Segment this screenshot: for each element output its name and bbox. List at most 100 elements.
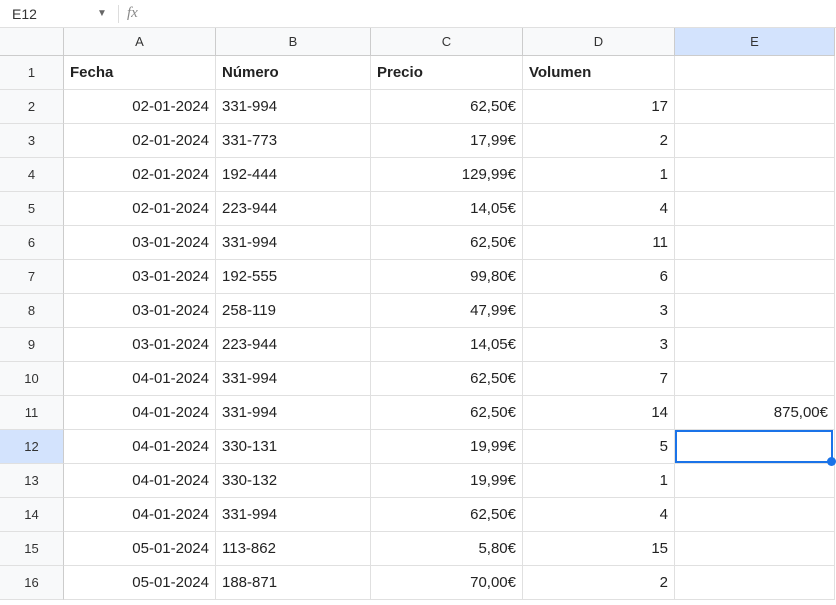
cell-D10[interactable]: 7 <box>523 362 675 396</box>
cell-D16[interactable]: 2 <box>523 566 675 600</box>
cell-D6[interactable]: 11 <box>523 226 675 260</box>
cell-C9[interactable]: 14,05€ <box>371 328 523 362</box>
cell-A3[interactable]: 02-01-2024 <box>64 124 216 158</box>
select-all-corner[interactable] <box>0 28 64 56</box>
cell-E2[interactable] <box>675 90 835 124</box>
cell-C15[interactable]: 5,80€ <box>371 532 523 566</box>
cell-C12[interactable]: 19,99€ <box>371 430 523 464</box>
column-header-D[interactable]: D <box>523 28 675 56</box>
cell-C14[interactable]: 62,50€ <box>371 498 523 532</box>
row-header-1[interactable]: 1 <box>0 56 64 90</box>
cell-B13[interactable]: 330-132 <box>216 464 371 498</box>
row-header-6[interactable]: 6 <box>0 226 64 260</box>
formula-input[interactable] <box>146 0 832 27</box>
cell-C10[interactable]: 62,50€ <box>371 362 523 396</box>
row-header-4[interactable]: 4 <box>0 158 64 192</box>
cell-D13[interactable]: 1 <box>523 464 675 498</box>
row-header-9[interactable]: 9 <box>0 328 64 362</box>
cell-C2[interactable]: 62,50€ <box>371 90 523 124</box>
cell-E9[interactable] <box>675 328 835 362</box>
cell-A6[interactable]: 03-01-2024 <box>64 226 216 260</box>
cell-E13[interactable] <box>675 464 835 498</box>
cell-B2[interactable]: 331-994 <box>216 90 371 124</box>
cell-D9[interactable]: 3 <box>523 328 675 362</box>
column-header-C[interactable]: C <box>371 28 523 56</box>
row-header-7[interactable]: 7 <box>0 260 64 294</box>
cell-E10[interactable] <box>675 362 835 396</box>
cell-E8[interactable] <box>675 294 835 328</box>
cell-C11[interactable]: 62,50€ <box>371 396 523 430</box>
cell-E5[interactable] <box>675 192 835 226</box>
cell-D1[interactable]: Volumen <box>523 56 675 90</box>
cell-D15[interactable]: 15 <box>523 532 675 566</box>
cell-A14[interactable]: 04-01-2024 <box>64 498 216 532</box>
row-header-15[interactable]: 15 <box>0 532 64 566</box>
cell-B7[interactable]: 192-555 <box>216 260 371 294</box>
cell-A12[interactable]: 04-01-2024 <box>64 430 216 464</box>
cell-D7[interactable]: 6 <box>523 260 675 294</box>
cell-B1[interactable]: Número <box>216 56 371 90</box>
cell-D3[interactable]: 2 <box>523 124 675 158</box>
column-header-E[interactable]: E <box>675 28 835 56</box>
cell-E3[interactable] <box>675 124 835 158</box>
cell-E4[interactable] <box>675 158 835 192</box>
row-header-16[interactable]: 16 <box>0 566 64 600</box>
name-box-dropdown-icon[interactable]: ▼ <box>94 8 110 19</box>
cell-C8[interactable]: 47,99€ <box>371 294 523 328</box>
row-header-10[interactable]: 10 <box>0 362 64 396</box>
cell-A10[interactable]: 04-01-2024 <box>64 362 216 396</box>
cell-C5[interactable]: 14,05€ <box>371 192 523 226</box>
fx-icon[interactable]: fx <box>127 5 138 22</box>
cell-B15[interactable]: 113-862 <box>216 532 371 566</box>
cell-C16[interactable]: 70,00€ <box>371 566 523 600</box>
cell-A11[interactable]: 04-01-2024 <box>64 396 216 430</box>
cell-B11[interactable]: 331-994 <box>216 396 371 430</box>
cell-B4[interactable]: 192-444 <box>216 158 371 192</box>
cell-A2[interactable]: 02-01-2024 <box>64 90 216 124</box>
cell-D5[interactable]: 4 <box>523 192 675 226</box>
cell-B16[interactable]: 188-871 <box>216 566 371 600</box>
cell-A7[interactable]: 03-01-2024 <box>64 260 216 294</box>
cell-B10[interactable]: 331-994 <box>216 362 371 396</box>
name-box[interactable]: E12 <box>4 6 94 22</box>
cell-D2[interactable]: 17 <box>523 90 675 124</box>
cell-E6[interactable] <box>675 226 835 260</box>
cell-C4[interactable]: 129,99€ <box>371 158 523 192</box>
cell-E11[interactable]: 875,00€ <box>675 396 835 430</box>
column-header-A[interactable]: A <box>64 28 216 56</box>
cell-B12[interactable]: 330-131 <box>216 430 371 464</box>
cell-C1[interactable]: Precio <box>371 56 523 90</box>
row-header-13[interactable]: 13 <box>0 464 64 498</box>
cell-B3[interactable]: 331-773 <box>216 124 371 158</box>
cell-B6[interactable]: 331-994 <box>216 226 371 260</box>
row-header-14[interactable]: 14 <box>0 498 64 532</box>
cell-C13[interactable]: 19,99€ <box>371 464 523 498</box>
cell-A13[interactable]: 04-01-2024 <box>64 464 216 498</box>
cell-D8[interactable]: 3 <box>523 294 675 328</box>
row-header-3[interactable]: 3 <box>0 124 64 158</box>
row-header-5[interactable]: 5 <box>0 192 64 226</box>
cell-C6[interactable]: 62,50€ <box>371 226 523 260</box>
row-header-8[interactable]: 8 <box>0 294 64 328</box>
cell-A9[interactable]: 03-01-2024 <box>64 328 216 362</box>
cell-C7[interactable]: 99,80€ <box>371 260 523 294</box>
cell-A1[interactable]: Fecha <box>64 56 216 90</box>
cell-A5[interactable]: 02-01-2024 <box>64 192 216 226</box>
cell-E14[interactable] <box>675 498 835 532</box>
cell-D12[interactable]: 5 <box>523 430 675 464</box>
row-header-12[interactable]: 12 <box>0 430 64 464</box>
cell-E12[interactable] <box>675 430 835 464</box>
cell-B14[interactable]: 331-994 <box>216 498 371 532</box>
cell-C3[interactable]: 17,99€ <box>371 124 523 158</box>
row-header-2[interactable]: 2 <box>0 90 64 124</box>
cell-D4[interactable]: 1 <box>523 158 675 192</box>
cell-D14[interactable]: 4 <box>523 498 675 532</box>
cell-E16[interactable] <box>675 566 835 600</box>
cell-D11[interactable]: 14 <box>523 396 675 430</box>
row-header-11[interactable]: 11 <box>0 396 64 430</box>
cell-E7[interactable] <box>675 260 835 294</box>
cell-A8[interactable]: 03-01-2024 <box>64 294 216 328</box>
cell-A15[interactable]: 05-01-2024 <box>64 532 216 566</box>
cell-E15[interactable] <box>675 532 835 566</box>
cell-B9[interactable]: 223-944 <box>216 328 371 362</box>
